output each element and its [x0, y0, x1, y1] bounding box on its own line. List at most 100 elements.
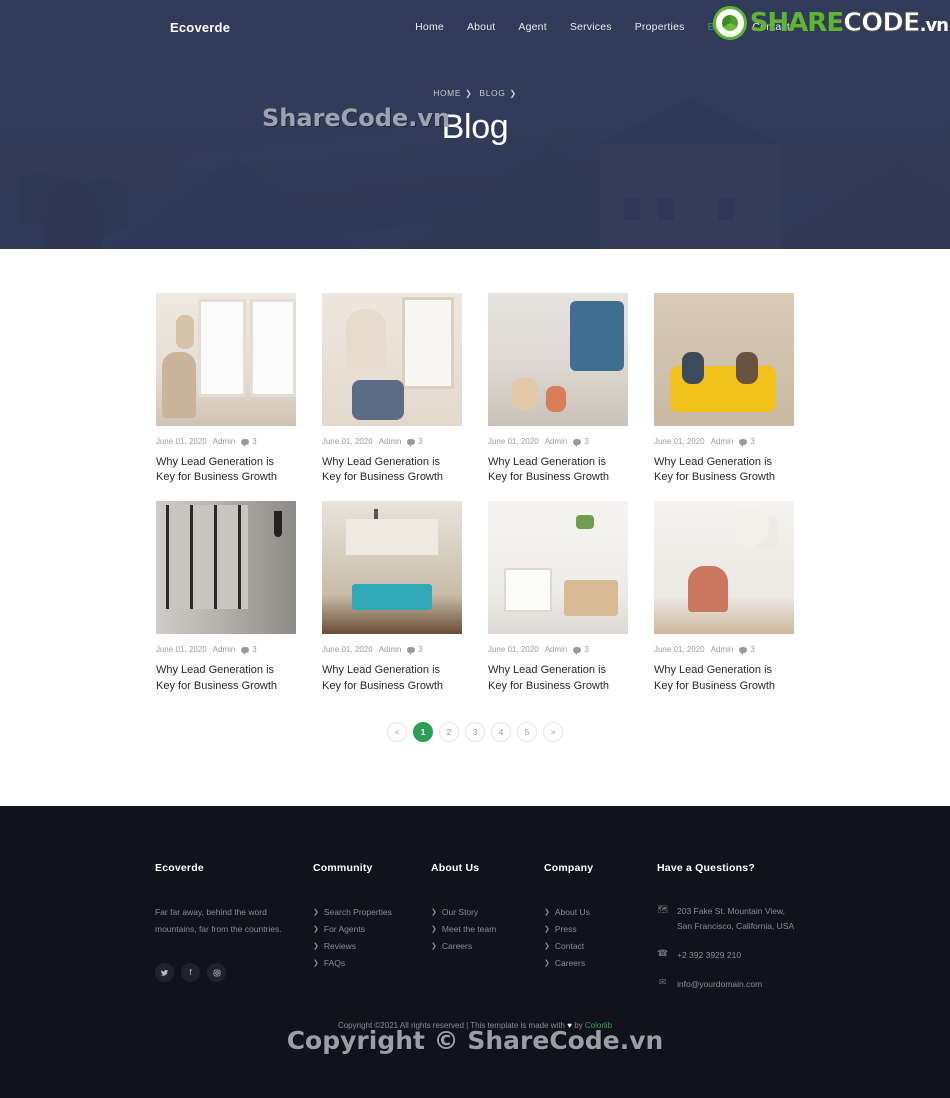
post-author: Admin [544, 437, 568, 446]
footer-link[interactable]: Careers [442, 938, 472, 955]
blog-card-image[interactable] [156, 293, 296, 426]
nav-item-services[interactable]: Services [570, 21, 612, 33]
blog-card[interactable]: June 01, 2020 Admin 3 Why Lead Generatio… [322, 501, 462, 693]
footer-link[interactable]: Search Properties [324, 904, 392, 921]
list-item[interactable]: ❯ Careers [544, 955, 639, 972]
pagination-page-4[interactable]: 4 [491, 721, 511, 742]
chevron-right-icon: ❯ [313, 959, 319, 967]
blog-card-image[interactable] [654, 501, 794, 635]
footer-column-heading: Company [544, 862, 594, 874]
blog-card-meta: June 01, 2020 Admin 3 [156, 437, 296, 447]
blog-card-image[interactable] [322, 501, 462, 635]
footer-link[interactable]: FAQs [324, 955, 345, 972]
post-comments: 3 [407, 437, 423, 447]
list-item[interactable]: ❯ Meet the team [431, 921, 526, 938]
post-date: June 01, 2020 [156, 437, 207, 446]
instagram-icon[interactable] [207, 963, 226, 983]
list-item[interactable]: ❯ Reviews [313, 938, 413, 955]
footer-link[interactable]: About Us [555, 904, 590, 921]
blog-card-meta: June 01, 2020 Admin 3 [488, 437, 628, 447]
envelope-icon: ✉ [658, 976, 667, 987]
list-item[interactable]: ❯ For Agents [313, 921, 413, 938]
chevron-right-icon: ❯ [431, 925, 437, 933]
post-comment-count: 3 [584, 645, 589, 655]
contact-email-row[interactable]: ✉ info@yourdomain.com [657, 977, 795, 992]
blog-card-title[interactable]: Why Lead Generation is Key for Business … [654, 455, 794, 485]
recycle-icon [712, 6, 747, 40]
blog-card[interactable]: June 01, 2020 Admin 3 Why Lead Generatio… [488, 501, 628, 693]
list-item[interactable]: ❯ Our Story [431, 904, 526, 921]
nav-item-home[interactable]: Home [415, 21, 444, 33]
pagination-page-5[interactable]: 5 [517, 721, 537, 742]
blog-card[interactable]: June 01, 2020 Admin 3 Why Lead Generatio… [654, 501, 794, 693]
post-author: Admin [544, 645, 568, 655]
chevron-right-icon: ❯ [544, 942, 550, 950]
footer-link[interactable]: Press [555, 921, 577, 938]
footer-brand-column: Ecoverde Far far away, behind the word m… [155, 862, 295, 1006]
pagination-prev[interactable]: < [387, 721, 407, 742]
logo-vn-text: .vn [919, 15, 949, 36]
blog-card-title[interactable]: Why Lead Generation is Key for Business … [156, 663, 296, 693]
blog-card-title[interactable]: Why Lead Generation is Key for Business … [488, 663, 628, 693]
blog-card-image[interactable] [156, 501, 296, 635]
blog-card-meta: June 01, 2020 Admin 3 [654, 437, 794, 447]
footer-link-list: ❯ About Us ❯ Press ❯ Contact ❯ Careers [544, 904, 639, 972]
pagination-next[interactable]: > [543, 721, 563, 742]
blog-card[interactable]: June 01, 2020 Admin 3 Why Lead Generatio… [654, 293, 794, 485]
blog-card-image[interactable] [488, 501, 628, 635]
contact-phone[interactable]: +2 392 3929 210 [677, 948, 741, 963]
contact-email[interactable]: info@yourdomain.com [677, 977, 762, 992]
footer-link[interactable]: Reviews [324, 938, 356, 955]
footer-link[interactable]: Our Story [442, 904, 478, 921]
footer-column-heading: Community [313, 862, 373, 874]
blog-card[interactable]: June 01, 2020 Admin 3 Why Lead Generatio… [488, 293, 628, 485]
blog-card-image[interactable] [322, 293, 462, 426]
list-item[interactable]: ❯ Press [544, 921, 639, 938]
list-item[interactable]: ❯ Careers [431, 938, 526, 955]
post-author: Admin [212, 645, 236, 655]
comment-icon [407, 438, 416, 447]
nav-item-agent[interactable]: Agent [518, 21, 546, 33]
blog-card[interactable]: June 01, 2020 Admin 3 Why Lead Generatio… [322, 293, 462, 485]
pagination-page-1[interactable]: 1 [413, 721, 433, 742]
footer-brand-description: Far far away, behind the word mountains,… [155, 907, 282, 934]
post-comment-count: 3 [252, 437, 257, 446]
blog-card[interactable]: June 01, 2020 Admin 3 Why Lead Generatio… [156, 293, 296, 485]
list-item[interactable]: ❯ FAQs [313, 955, 413, 972]
post-comment-count: 3 [750, 437, 755, 446]
footer-link[interactable]: For Agents [324, 921, 365, 938]
chevron-right-icon: ❯ [544, 959, 550, 967]
blog-card-title[interactable]: Why Lead Generation is Key for Business … [322, 663, 462, 693]
breadcrumb-item-home[interactable]: HOME [433, 88, 461, 98]
post-comments: 3 [241, 437, 257, 447]
chevron-right-icon: ❯ [313, 942, 319, 950]
blog-card-title[interactable]: Why Lead Generation is Key for Business … [322, 455, 462, 485]
pagination-page-2[interactable]: 2 [439, 721, 459, 742]
blog-card[interactable]: June 01, 2020 Admin 3 Why Lead Generatio… [156, 501, 296, 693]
footer-link[interactable]: Careers [555, 955, 585, 972]
post-comment-count: 3 [418, 437, 423, 446]
twitter-icon[interactable] [155, 963, 174, 983]
nav-item-about[interactable]: About [467, 21, 495, 33]
blog-card-image[interactable] [654, 293, 794, 426]
pagination-page-3[interactable]: 3 [465, 721, 485, 742]
footer-link[interactable]: Meet the team [442, 921, 496, 938]
footer-link[interactable]: Contact [555, 938, 584, 955]
nav-item-properties[interactable]: Properties [635, 21, 685, 33]
map-marker-icon: 🗺 [657, 904, 669, 914]
blog-card-title[interactable]: Why Lead Generation is Key for Business … [654, 663, 794, 693]
contact-phone-row[interactable]: ☎ +2 392 3929 210 [657, 948, 795, 963]
footer-contact-heading: Have a Questions? [657, 862, 755, 874]
breadcrumb-item-blog[interactable]: BLOG [479, 88, 505, 98]
list-item[interactable]: ❯ Search Properties [313, 904, 413, 921]
blog-card-title[interactable]: Why Lead Generation is Key for Business … [156, 455, 296, 485]
site-brand-logo[interactable]: Ecoverde [170, 20, 230, 35]
facebook-icon[interactable]: f [181, 963, 200, 983]
comment-icon [407, 646, 416, 655]
blog-card-meta: June 01, 2020 Admin 3 [322, 645, 462, 655]
list-item[interactable]: ❯ About Us [544, 904, 639, 921]
blog-card-image[interactable] [488, 293, 628, 426]
comment-icon [573, 438, 582, 447]
blog-card-title[interactable]: Why Lead Generation is Key for Business … [488, 455, 628, 485]
list-item[interactable]: ❯ Contact [544, 938, 639, 955]
